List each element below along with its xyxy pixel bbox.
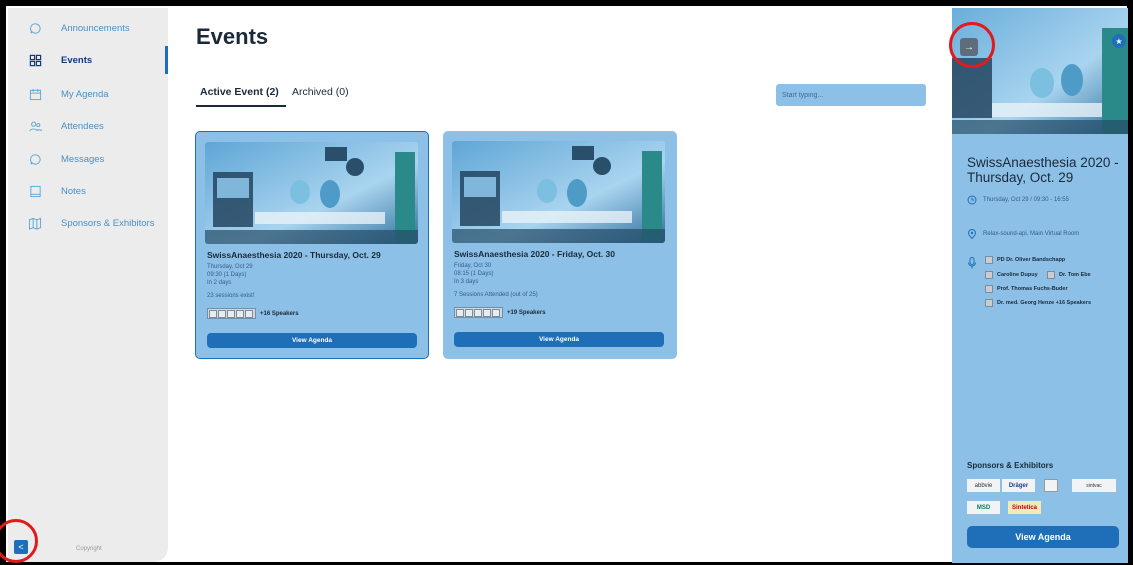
avatar [209,310,217,318]
avatar [227,310,235,318]
speakers-count: +19 Speakers [507,309,546,316]
clock-icon [967,195,977,205]
search-input[interactable] [776,84,926,106]
sponsors-title: Sponsors & Exhibitors [967,461,1054,470]
speaker-item: Caroline Dupuy [985,271,1038,279]
sponsor-logo[interactable]: MSD [967,501,1000,514]
sponsor-logo[interactable] [1044,479,1058,492]
sidebar-item-sponsors-exhibitors[interactable]: Sponsors & Exhibitors [8,209,168,237]
event-date: Friday, Oct 30 [454,263,492,269]
avatar [465,309,473,317]
speaker-item: Prof. Thomas Fuchs-Buder [985,285,1068,293]
highlight-circle [949,22,995,68]
sidebar-item-label: Announcements [61,22,130,34]
view-agenda-button[interactable]: View Agenda [207,333,417,348]
speaker-avatars [207,308,256,319]
view-agenda-button[interactable]: View Agenda [967,526,1119,548]
calendar-icon [28,87,42,101]
event-location: Relax-sound-api, Main Virtual Room [983,231,1080,237]
copyright-text: Copyright [76,546,102,552]
event-sessions: 23 sessions exist! [207,293,255,299]
avatar [985,271,993,279]
avatar [218,310,226,318]
sidebar-item-announcements[interactable]: Announcements [8,14,168,42]
sidebar: Announcements Events My Agenda Attendees… [8,8,168,562]
chat-bubble-icon [28,152,42,166]
page-title: Events [196,24,269,49]
tab-archived[interactable]: Archived (0) [292,86,349,98]
tab-active-event[interactable]: Active Event (2) [200,86,279,98]
event-image [205,142,418,244]
speaker-item: Dr. med. Georg Henze +16 Speakers [985,299,1091,307]
event-title: SwissAnaesthesia 2020 - Friday, Oct. 30 [454,249,615,259]
map-icon [28,216,42,230]
sidebar-item-attendees[interactable]: Attendees [8,112,168,140]
event-relative: In 3 days [454,279,479,285]
event-detail-panel: → ★ SwissAnaesthesia 2020 - Thursday, Oc… [952,8,1128,563]
sidebar-item-messages[interactable]: Messages [8,145,168,173]
event-title: SwissAnaesthesia 2020 - Thursday, Oct. 2… [207,250,381,260]
avatar [492,309,500,317]
sidebar-item-label: Notes [61,185,86,197]
event-card[interactable]: SwissAnaesthesia 2020 - Thursday, Oct. 2… [195,131,429,359]
people-icon [28,119,42,133]
sidebar-item-notes[interactable]: Notes [8,177,168,205]
event-time: 09:30 (1 Days) [207,272,247,278]
avatar [236,310,244,318]
sidebar-item-label: Messages [61,153,105,165]
event-sessions: 7 Sessions Attended (out of 25) [454,292,538,298]
speakers-count: +16 Speakers [260,310,299,317]
chat-bubble-icon [28,21,42,35]
sidebar-item-events[interactable]: Events [8,46,168,74]
avatar [474,309,482,317]
avatar [245,310,253,318]
active-indicator [165,46,168,74]
notebook-icon [28,184,42,198]
event-date: Thursday, Oct 29 [207,264,253,270]
event-location-row: Relax-sound-api, Main Virtual Room [967,229,1079,239]
sidebar-item-label: My Agenda [61,88,109,100]
avatar [985,285,993,293]
event-datetime-row: Thursday, Oct 29 / 09:30 - 16:55 [967,195,1069,205]
speaker-item: PD Dr. Oliver Bandschapp [985,256,1065,264]
event-card[interactable]: SwissAnaesthesia 2020 - Friday, Oct. 30 … [443,131,677,359]
event-relative: In 2 days [207,280,232,286]
sidebar-item-label: Attendees [61,120,104,132]
sponsor-logo[interactable]: abbvie [967,479,1000,492]
sponsor-logo[interactable]: Dräger [1002,479,1035,492]
avatar [1047,271,1055,279]
speaker-avatars [454,307,503,318]
avatar [985,256,993,264]
favorite-star-icon[interactable]: ★ [1112,34,1126,48]
speaker-item: Dr. Tom Ebe [1047,271,1091,279]
grid-icon [28,53,42,67]
event-datetime: Thursday, Oct 29 / 09:30 - 16:55 [983,197,1069,203]
active-tab-underline [196,105,286,107]
event-image [452,141,665,243]
sponsor-logo[interactable]: Sintetica [1008,501,1041,514]
event-time: 08:15 (1 Days) [454,271,494,277]
avatar [456,309,464,317]
location-pin-icon [967,229,977,239]
view-agenda-button[interactable]: View Agenda [454,332,664,347]
event-detail-title: SwissAnaesthesia 2020 - Thursday, Oct. 2… [967,155,1119,185]
more-speakers: +16 Speakers [1055,300,1092,306]
sidebar-item-label: Events [61,54,93,66]
sidebar-item-my-agenda[interactable]: My Agenda [8,80,168,108]
speakers-row: +16 Speakers [207,308,299,319]
sponsor-logo[interactable]: sintvac [1072,479,1116,492]
microphone-icon [967,256,977,269]
speakers-row: +19 Speakers [454,307,546,318]
sidebar-item-label: Sponsors & Exhibitors [61,217,155,229]
avatar [985,299,993,307]
avatar [483,309,491,317]
